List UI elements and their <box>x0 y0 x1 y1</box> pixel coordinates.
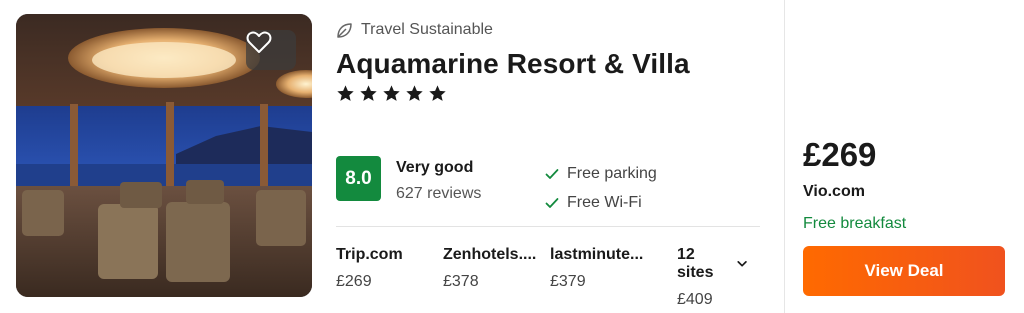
deal-site: Vio.com <box>803 183 865 200</box>
deal-perk: Free breakfast <box>803 215 907 232</box>
star-icon <box>360 85 377 101</box>
divider <box>336 226 760 227</box>
star-icon <box>406 85 423 101</box>
hotel-info: Travel Sustainable Aquamarine Resort & V… <box>336 18 760 308</box>
amenity-item: Free Wi-Fi <box>545 188 657 217</box>
site-name: Zenhotels.... <box>443 246 537 263</box>
site-name: Trip.com <box>336 246 403 263</box>
view-deal-button[interactable]: View Deal <box>803 246 1005 296</box>
review-summary: 8.0 Very good 627 reviews Free parking F… <box>336 156 760 211</box>
heart-icon <box>246 31 272 53</box>
star-rating <box>336 84 760 103</box>
site-offer-zenhotels[interactable]: Zenhotels.... £378 <box>443 246 550 309</box>
more-sites[interactable]: 12 sites £409 <box>657 246 747 309</box>
site-price: £378 <box>443 273 479 290</box>
leaf-icon <box>337 22 352 38</box>
hotel-card[interactable]: Travel Sustainable Aquamarine Resort & V… <box>0 0 1024 313</box>
star-icon <box>383 85 400 101</box>
review-score-label: Very good <box>396 159 474 176</box>
site-price: £379 <box>550 273 586 290</box>
amenity-label: Free Wi-Fi <box>567 193 642 211</box>
star-icon <box>429 85 446 101</box>
site-offer-trip[interactable]: Trip.com £269 <box>336 246 443 309</box>
review-score-badge: 8.0 <box>336 156 381 201</box>
star-icon <box>337 85 354 101</box>
more-sites-label: 12 sites <box>677 246 714 281</box>
deal-price: £269 <box>803 136 877 173</box>
favorite-button[interactable] <box>246 30 296 70</box>
site-name: lastminute... <box>550 246 644 263</box>
chevron-down-icon <box>737 261 747 267</box>
hotel-photo[interactable] <box>16 14 312 297</box>
sustainable-label: Travel Sustainable <box>361 21 493 38</box>
site-price: £269 <box>336 273 372 290</box>
review-count[interactable]: 627 reviews <box>396 185 481 203</box>
amenity-label: Free parking <box>567 164 657 182</box>
amenity-list: Free parking Free Wi-Fi <box>545 159 657 217</box>
deal-panel: £269 Vio.com Free breakfast View Deal <box>784 0 1024 313</box>
hotel-name[interactable]: Aquamarine Resort & Villa <box>336 48 760 80</box>
amenity-item: Free parking <box>545 159 657 188</box>
more-sites-price: £409 <box>677 291 713 308</box>
site-offer-lastminute[interactable]: lastminute... £379 <box>550 246 657 309</box>
more-sites-toggle[interactable]: 12 sites <box>677 246 747 282</box>
check-icon <box>545 197 559 208</box>
sustainable-badge[interactable]: Travel Sustainable <box>336 18 760 42</box>
price-comparison: Trip.com £269 Zenhotels.... £378 lastmin… <box>336 246 760 309</box>
check-icon <box>545 168 559 179</box>
